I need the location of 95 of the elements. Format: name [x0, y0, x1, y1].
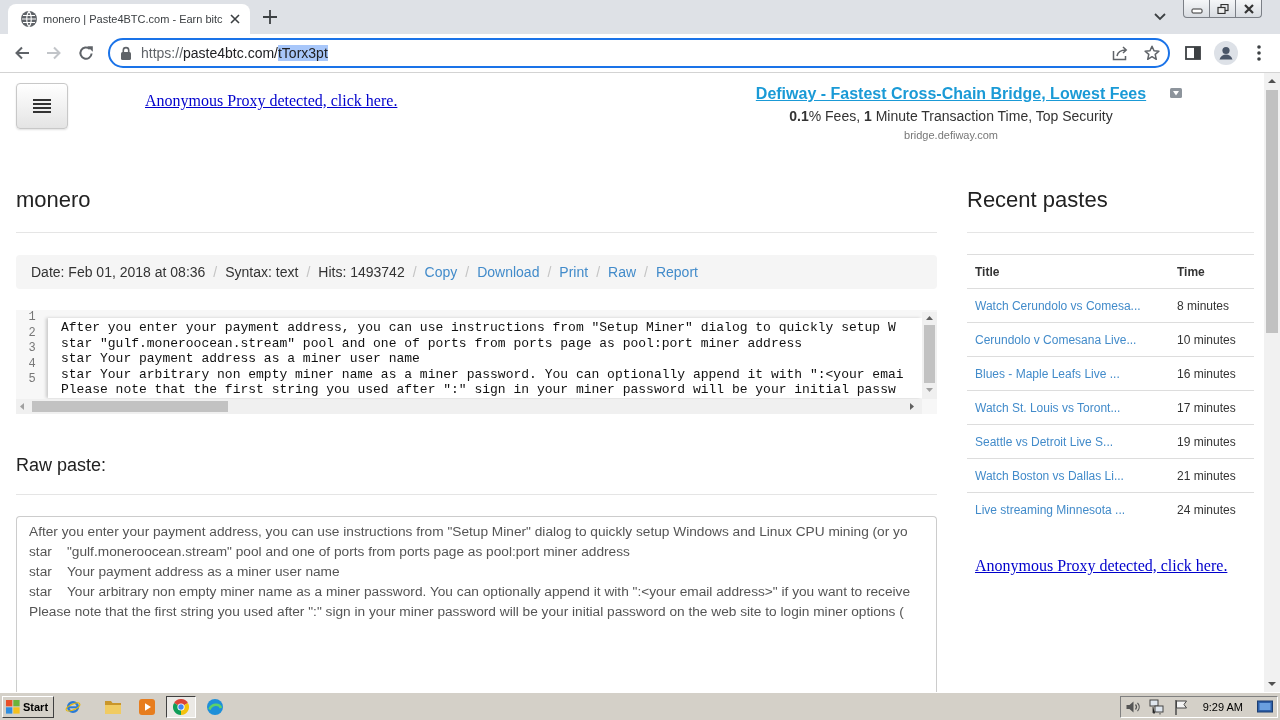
scrollbar-thumb[interactable] — [1266, 90, 1278, 333]
lock-icon[interactable] — [120, 46, 132, 60]
code-line: star Your arbitrary non empty miner name as a miner password. You can optionally append it with ":<your emai — [61, 366, 904, 382]
raw-paste-field[interactable]: After you enter your payment address, you can use instructions from "Setup Miner" dialog to quickly setup Windows and Linux CPU mining (or yo star "gulf.moneroocean.stream" pool and one of ports from ports page as pool:port miner address star Your payment address as a miner user name star Your arbitrary non empty miner name as a miner password. You can optionally append it with ":<your email address>" if you want to receive Please note that the first string you used after ":" sign in your miner password will be your initial password on the web site to login miner options ( — [16, 516, 937, 692]
proxy-notice-link[interactable]: Anonymous Proxy detected, click here. — [975, 557, 1228, 575]
code-line: After you enter your payment address, you can use instructions from "Setup Miner" dialog to quickly setup W — [61, 320, 896, 336]
time-text: 21 minutes — [1177, 468, 1236, 483]
time-text: 10 minutes — [1177, 332, 1236, 347]
meta-link[interactable]: Report — [655, 264, 698, 280]
recent-pastes-heading: Recent pastes — [967, 188, 1108, 212]
code-line: Please note that the first string you used after ":" sign in your miner password will be your initial passw — [61, 382, 896, 398]
browser-tab[interactable]: monero | Paste4BTC.com - Earn bitc — [8, 4, 250, 34]
horizontal-scrollbar[interactable] — [16, 399, 922, 414]
paste-title: monero — [16, 188, 91, 212]
profile-avatar-icon[interactable] — [1214, 41, 1238, 65]
time-text: 24 minutes — [1177, 503, 1236, 517]
separator-text: / — [412, 264, 417, 280]
selected-url-text: tTorx3pt — [277, 45, 328, 61]
meta-info-text: Syntax: text — [225, 264, 299, 280]
time-text: 17 minutes — [1177, 400, 1236, 415]
column-header: Time — [1177, 264, 1205, 279]
scroll-up-arrow-icon[interactable] — [926, 316, 933, 320]
minimize-button[interactable] — [1183, 0, 1210, 18]
chevron-down-icon[interactable] — [1154, 13, 1166, 21]
menu-button[interactable] — [16, 83, 68, 129]
column-header: Title — [975, 264, 1000, 279]
paste-link[interactable]: Seattle vs Detroit Live S... — [975, 434, 1114, 449]
restore-icon — [1216, 3, 1229, 14]
start-button[interactable]: Start — [2, 695, 54, 718]
clock-text: 9:29 AM — [1202, 700, 1243, 713]
restore-button[interactable] — [1209, 0, 1236, 18]
play-icon — [139, 698, 155, 715]
segmented-circle-icon — [173, 698, 189, 715]
line-number: 3 — [28, 341, 36, 357]
separator-text: / — [644, 264, 648, 280]
flag-logo-icon — [6, 699, 20, 714]
menu-icon — [33, 99, 51, 113]
monitor-icon[interactable] — [1257, 698, 1273, 715]
meta-link[interactable]: Download — [477, 264, 540, 280]
ad-info-icon[interactable] — [1170, 88, 1182, 98]
separator-text: / — [213, 264, 218, 280]
reload-icon[interactable] — [78, 45, 94, 61]
code-line: star "gulf.moneroocean.stream" pool and one of ports from ports page as pool:port miner address — [61, 335, 803, 351]
time-text: 19 minutes — [1177, 434, 1236, 449]
proxy-notice-link[interactable]: Anonymous Proxy detected, click here. — [145, 92, 398, 110]
paste-link[interactable]: Watch Boston vs Dallas Li... — [975, 468, 1124, 483]
scroll-up-arrow-icon[interactable] — [1268, 79, 1276, 83]
paste-link[interactable]: Watch Cerundolo vs Comesa... — [975, 298, 1141, 313]
line-number: 5 — [28, 372, 36, 388]
e-logo-icon — [65, 698, 81, 715]
paste-link[interactable]: Watch St. Louis vs Toront... — [975, 400, 1121, 415]
vertical-scrollbar[interactable] — [922, 312, 937, 399]
time-text: 8 minutes — [1177, 298, 1230, 313]
line-number: 1 — [28, 310, 36, 326]
bookmark-star-icon[interactable] — [1144, 45, 1160, 61]
meta-link[interactable]: Print — [559, 264, 589, 280]
side-panel-icon[interactable] — [1185, 46, 1201, 60]
meta-info-text: Date: Feb 01, 2018 at 08:36 — [31, 264, 206, 280]
meta-link[interactable]: Copy — [424, 264, 458, 280]
share-icon[interactable] — [1112, 45, 1128, 61]
folder-icon — [105, 698, 121, 715]
scrollbar-thumb[interactable] — [924, 325, 935, 383]
line-number: 2 — [28, 325, 36, 341]
globe-icon — [21, 11, 37, 27]
separator-text: / — [596, 264, 600, 280]
scroll-down-arrow-icon[interactable] — [1268, 682, 1276, 686]
scrollbar-thumb[interactable] — [32, 401, 228, 412]
meta-link[interactable]: Raw — [608, 264, 637, 280]
line-number: 4 — [28, 356, 36, 372]
time-text: 16 minutes — [1177, 366, 1236, 381]
close-window-button[interactable] — [1235, 0, 1262, 18]
swirl-icon — [207, 698, 223, 715]
close-icon — [1242, 3, 1255, 14]
ad-text: 0.1% Fees, 1 Minute Transaction Time, Top Security — [789, 107, 1113, 125]
page-scrollbar[interactable] — [1264, 73, 1280, 692]
more-menu-icon[interactable] — [1257, 45, 1261, 61]
address-bar[interactable]: https://paste4btc.com/tTorx3pt — [108, 38, 1170, 68]
network-icon[interactable] — [1148, 698, 1165, 715]
flag-icon[interactable] — [1172, 698, 1189, 715]
taskbar-app-button[interactable] — [166, 695, 196, 718]
paste-link[interactable]: Cerundolo v Comesana Live... — [975, 332, 1137, 347]
meta-info-text: Hits: 1493742 — [318, 264, 405, 280]
code-line: star Your payment address as a miner user name — [61, 351, 420, 367]
separator-text: / — [465, 264, 470, 280]
paste-link[interactable]: Live streaming Minnesota ... — [975, 503, 1126, 517]
paste-link[interactable]: Blues - Maple Leafs Live ... — [975, 366, 1120, 381]
separator-text: / — [306, 264, 311, 280]
back-arrow-icon[interactable] — [14, 45, 30, 61]
ad-headline-link[interactable]: Defiway - Fastest Cross-Chain Bridge, Lowest Fees — [755, 83, 1147, 105]
ad-domain-text: bridge.defiway.com — [904, 128, 998, 142]
raw-paste-heading: Raw paste: — [16, 455, 107, 475]
new-tab-icon[interactable] — [263, 10, 277, 24]
scroll-right-arrow-icon[interactable] — [910, 403, 914, 410]
separator-text: / — [547, 264, 552, 280]
close-icon[interactable] — [230, 14, 240, 24]
